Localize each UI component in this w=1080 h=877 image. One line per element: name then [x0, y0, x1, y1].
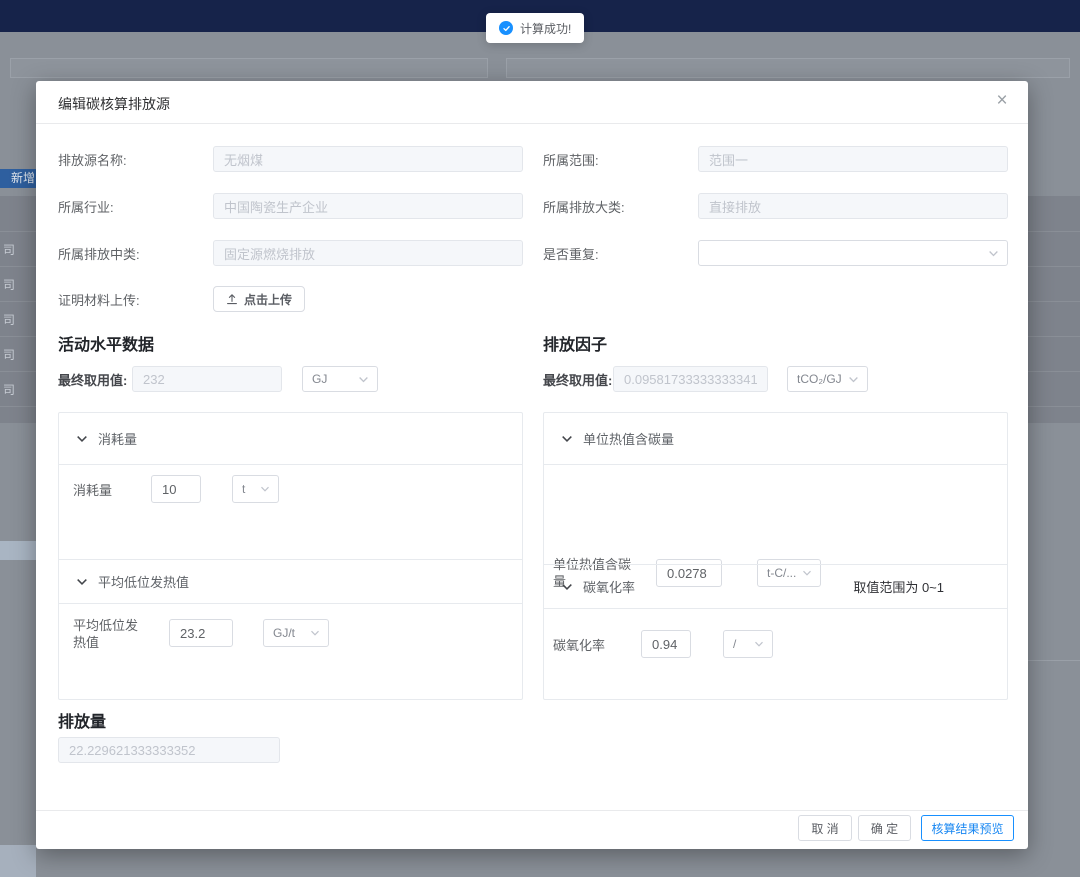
consumption-unit-select[interactable]: t	[232, 475, 279, 503]
duplicate-select[interactable]	[698, 240, 1008, 266]
activity-unit-select[interactable]: GJ	[302, 366, 378, 392]
emission-major-field	[698, 193, 1008, 219]
table-row: 司	[3, 348, 15, 362]
table-row: 司	[3, 383, 15, 397]
chevron-down-icon	[260, 484, 270, 494]
activity-unit-value: GJ	[312, 372, 327, 386]
background-line	[1028, 660, 1080, 661]
edit-emission-source-dialog: 编辑碳核算排放源 × 排放源名称: 所属范围: 所属行业: 所属排放大类: 所属…	[36, 81, 1028, 849]
factor-panels: 单位热值含碳量 单位热值含碳量 t-C/... 碳氧化率 取值范围为 0~1 碳…	[543, 412, 1008, 700]
panel-title: 碳氧化率	[583, 577, 635, 596]
consumption-panel-header[interactable]: 消耗量	[59, 413, 522, 465]
emission-amount-field	[58, 737, 280, 763]
table-row: 司	[3, 313, 15, 327]
oxidation-rate-unit-select[interactable]: /	[723, 630, 773, 658]
panel-title: 消耗量	[98, 429, 137, 448]
consumption-unit-value: t	[242, 482, 245, 496]
background-card	[506, 58, 1070, 78]
panel-title: 单位热值含碳量	[583, 429, 674, 448]
emission-mid-field	[213, 240, 523, 266]
cancel-button[interactable]: 取 消	[798, 815, 852, 841]
factor-final-label: 最终取用值:	[543, 366, 612, 392]
heating-value-row-label: 平均低位发热值	[73, 617, 145, 651]
close-icon[interactable]: ×	[992, 91, 1012, 111]
divider	[36, 123, 1028, 124]
emission-amount-heading: 排放量	[58, 708, 106, 732]
heating-value-input[interactable]	[169, 619, 233, 647]
chevron-down-icon	[310, 628, 320, 638]
table-row: 司	[3, 243, 15, 257]
duplicate-label: 是否重复:	[543, 240, 599, 266]
chevron-down-icon	[754, 639, 764, 649]
table-row: 司	[3, 278, 15, 292]
activity-final-label: 最终取用值:	[58, 366, 127, 392]
activity-final-field	[132, 366, 282, 392]
chevron-down-icon	[561, 433, 573, 445]
confirm-button[interactable]: 确 定	[858, 815, 911, 841]
factor-final-field	[613, 366, 768, 392]
chevron-down-icon	[358, 374, 369, 385]
oxidation-rate-input[interactable]	[641, 630, 691, 658]
heating-value-panel-header[interactable]: 平均低位发热值	[59, 559, 522, 604]
oxidation-rate-row-label: 碳氧化率	[553, 637, 605, 654]
chevron-down-icon	[848, 374, 859, 385]
scope-field	[698, 146, 1008, 172]
background-card	[10, 58, 488, 78]
source-name-label: 排放源名称:	[58, 146, 127, 172]
source-name-field	[213, 146, 523, 172]
heating-value-unit-value: GJ/t	[273, 626, 295, 640]
success-toast: 计算成功!	[486, 13, 584, 43]
chevron-down-icon	[76, 433, 88, 445]
oxidation-range-note: 取值范围为 0~1	[853, 577, 944, 596]
upload-button[interactable]: 点击上传	[213, 286, 305, 312]
panel-title: 平均低位发热值	[98, 572, 189, 591]
upload-icon	[226, 293, 238, 305]
factor-unit-select[interactable]: tCO₂/GJ	[787, 366, 868, 392]
activity-data-heading: 活动水平数据	[58, 331, 154, 355]
chevron-down-icon	[561, 581, 573, 593]
divider	[36, 810, 1028, 811]
activity-panels: 消耗量 消耗量 t 平均低位发热值 平均低位发热值	[58, 412, 523, 700]
preview-result-button[interactable]: 核算结果预览	[921, 815, 1014, 841]
toast-message: 计算成功!	[520, 20, 571, 37]
industry-field	[213, 193, 523, 219]
scope-label: 所属范围:	[543, 146, 599, 172]
emission-major-label: 所属排放大类:	[543, 193, 625, 219]
background-strip	[0, 845, 36, 877]
consumption-input[interactable]	[151, 475, 201, 503]
factor-unit-value: tCO₂/GJ	[797, 372, 842, 386]
consumption-row-label: 消耗量	[73, 482, 112, 499]
industry-label: 所属行业:	[58, 193, 114, 219]
heating-value-unit-select[interactable]: GJ/t	[263, 619, 329, 647]
screen: 司 司 司 司 司 新增 计算成功! 编辑碳核算排放源 × 排放源名称: 所属范…	[0, 0, 1080, 877]
upload-button-label: 点击上传	[244, 291, 292, 308]
dialog-title: 编辑碳核算排放源	[58, 94, 170, 114]
emission-factor-heading: 排放因子	[543, 331, 607, 355]
upload-label: 证明材料上传:	[58, 286, 140, 312]
emission-mid-label: 所属排放中类:	[58, 240, 140, 266]
chevron-down-icon	[76, 576, 88, 588]
oxidation-rate-unit-value: /	[733, 637, 736, 651]
chevron-down-icon	[988, 248, 999, 259]
carbon-content-panel-header[interactable]: 单位热值含碳量	[544, 413, 1007, 465]
background-strip	[0, 541, 36, 560]
check-circle-icon	[499, 21, 513, 35]
